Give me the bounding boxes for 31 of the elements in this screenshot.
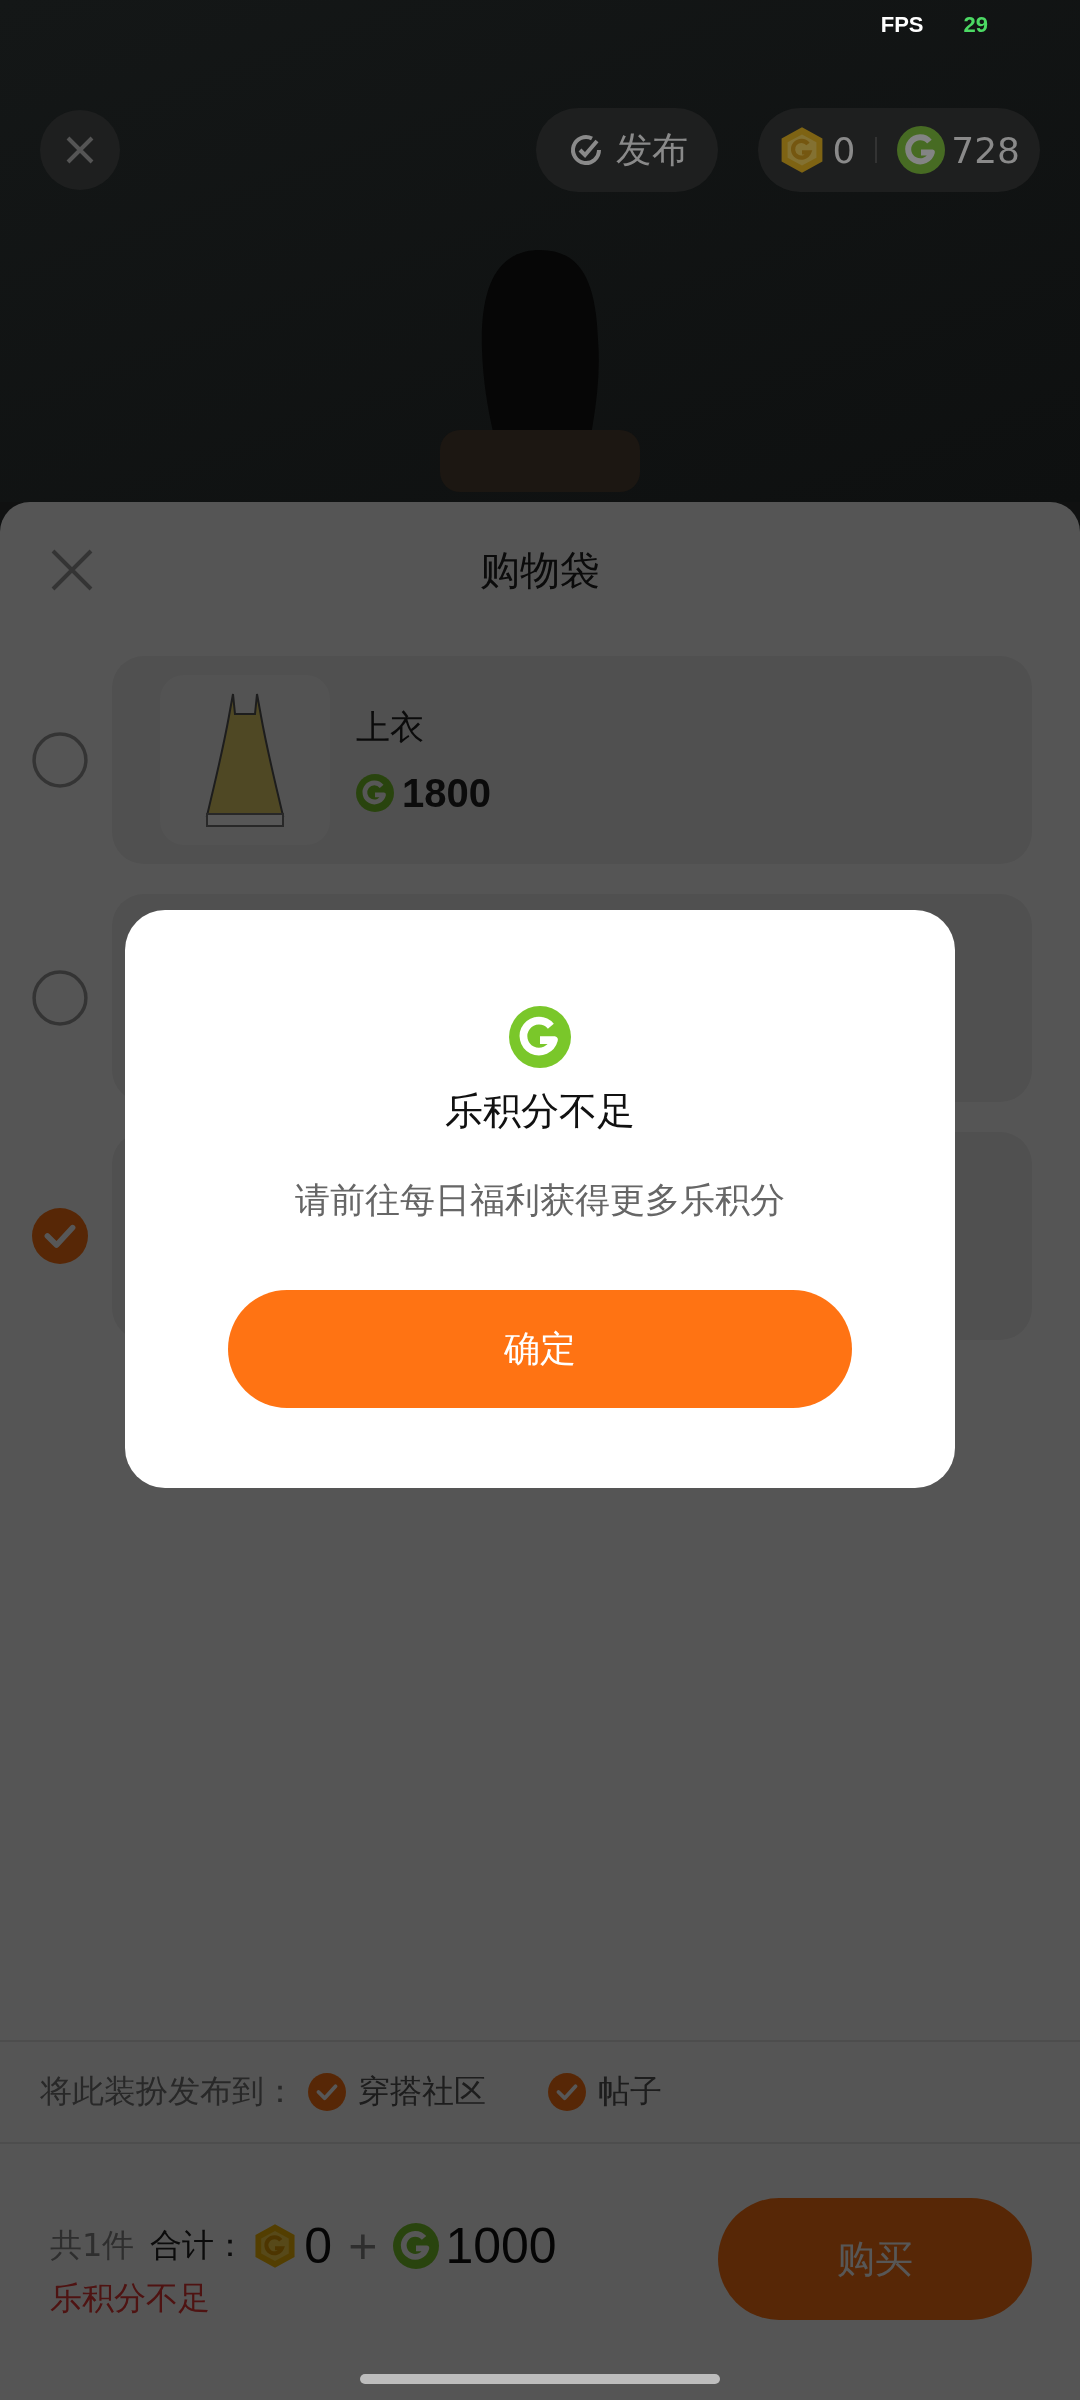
coin-icon [897,126,946,174]
item-price: 1800 [402,770,491,816]
fps-value: 29 [963,12,988,38]
radio-button[interactable] [32,732,88,788]
dialog-message: 请前往每日福利获得更多乐积分 [295,1179,785,1222]
sheet-title: 购物袋 [480,545,600,595]
coin-balance: 0 [832,129,856,171]
total-label: 合计： [150,2225,247,2266]
item-card[interactable]: 上衣 1800 [112,656,1032,864]
close-icon [50,548,94,592]
confirm-button[interactable]: 确定 [228,1290,852,1408]
dialog-title: 乐积分不足 [445,1088,635,1135]
item-name: 上衣 [356,705,425,749]
coin-total: 0 [304,2217,333,2275]
checkbox[interactable] [308,2073,346,2111]
coin-icon [356,774,394,812]
coin-icon [393,2223,440,2269]
radio-button[interactable] [32,1208,88,1264]
buy-button[interactable]: 购买 [718,2198,1032,2320]
publish-option[interactable]: 帖子 [548,2070,662,2114]
warning-text: 乐积分不足 [50,2278,211,2319]
publish-button[interactable]: 发布 [536,108,719,192]
points-total: 1000 [445,2217,557,2275]
close-icon [64,134,96,166]
checkbox[interactable] [548,2073,586,2111]
points-balance: 728 [951,129,1020,171]
fps-label: FPS [880,12,924,38]
plus-sign: + [348,2217,378,2275]
publish-option[interactable]: 穿搭社区 [308,2070,486,2114]
points-icon [509,1006,571,1068]
radio-button[interactable] [32,970,88,1026]
